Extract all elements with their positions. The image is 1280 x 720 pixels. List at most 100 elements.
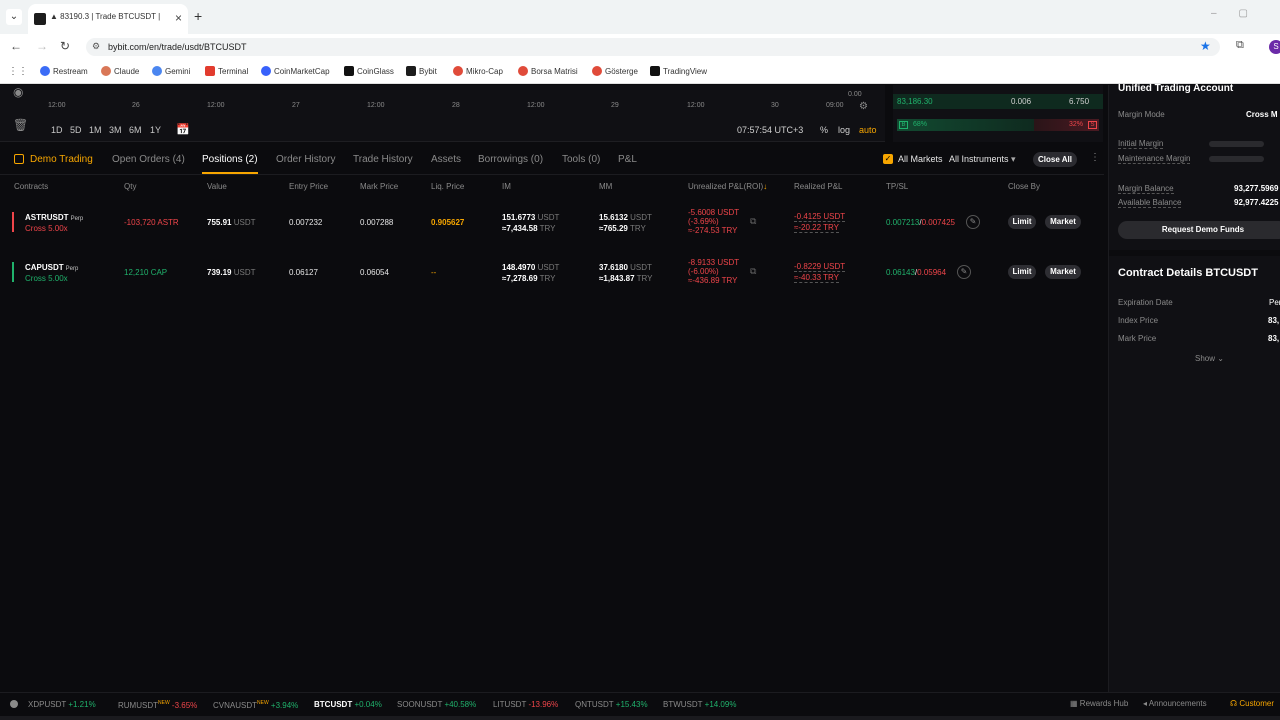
trash-icon[interactable]: 🗑 (13, 118, 28, 132)
price-chart[interactable]: ◉ 🗑 12:00 26 12:00 27 12:00 28 12:00 29 … (0, 85, 885, 142)
ticker-item[interactable]: QNTUSDT +15.43% (575, 700, 648, 709)
ticker-item[interactable]: XDPUSDT +1.21% (28, 700, 96, 709)
bookmark-coinmarketcap[interactable]: CoinMarketCap (261, 66, 330, 76)
header-qty: Qty (124, 182, 137, 191)
timeframe-3m[interactable]: 3M (109, 125, 122, 135)
url-text[interactable]: bybit.com/en/trade/usdt/BTCUSDT (108, 42, 247, 52)
new-tab-icon[interactable]: + (194, 8, 202, 24)
tab-open-orders[interactable]: Open Orders (4) (112, 154, 185, 165)
timeframe-1m[interactable]: 1M (89, 125, 102, 135)
window-controls[interactable]: –▢ (1211, 8, 1270, 19)
share-icon[interactable]: ⧉ (750, 216, 756, 227)
table-row[interactable]: CAPUSDT Perp Cross 5.00x 12,210 CAP 739.1… (0, 258, 1100, 298)
announcements-link[interactable]: ◂ Announcements (1143, 699, 1207, 708)
tab-order-history[interactable]: Order History (276, 154, 335, 165)
timeframe-5d[interactable]: 5D (70, 125, 82, 135)
ticker-item[interactable]: CVNAUSDTNEW +3.94% (213, 700, 298, 710)
back-icon[interactable]: ← (10, 39, 22, 53)
order-book-row[interactable]: 83,186.30 0.006 6.750 (893, 94, 1103, 109)
log-toggle[interactable]: log (838, 125, 850, 135)
ticker-item[interactable]: SOONUSDT +40.58% (397, 700, 476, 709)
chart-clock[interactable]: 07:57:54 UTC+3 (737, 125, 803, 135)
realized-pnl-try[interactable]: ≈-40.33 TRY (794, 273, 840, 283)
all-markets-label[interactable]: All Markets (898, 154, 943, 164)
profile-avatar[interactable]: S (1269, 40, 1280, 54)
browser-tab[interactable]: ▲ 83190.3 | Trade BTCUSDT | By × (28, 4, 188, 34)
unrealized-roi: (-3.69%) (688, 217, 719, 226)
tab-positions[interactable]: Positions (2) (202, 154, 258, 165)
request-demo-funds-button[interactable]: Request Demo Funds (1118, 221, 1280, 239)
tab-borrowings[interactable]: Borrowings (0) (478, 154, 543, 165)
margin-balance-label[interactable]: Margin Balance (1118, 184, 1174, 194)
bookmark-coinglass[interactable]: CoinGlass (344, 66, 394, 76)
available-balance-label[interactable]: Available Balance (1118, 198, 1182, 208)
header-unrealized-pnl[interactable]: Unrealized P&L(ROI)↓ (688, 182, 767, 191)
contract-symbol[interactable]: CAPUSDT Perp (25, 263, 78, 272)
site-info-icon[interactable]: ⚙ (92, 41, 100, 52)
realized-pnl[interactable]: -0.8229 USDT (794, 262, 846, 272)
sell-percent: 32% (1068, 121, 1083, 128)
bookmark-borsa-matrisi[interactable]: Borsa Matrisi (518, 66, 578, 76)
tab-search-icon[interactable]: ⌄ (6, 9, 22, 25)
rewards-hub-link[interactable]: ▦ Rewards Hub (1070, 699, 1128, 708)
tab-assets[interactable]: Assets (431, 154, 461, 165)
all-markets-checkbox[interactable]: ✓ (883, 154, 893, 164)
bookmark-gosterge[interactable]: Gösterge (592, 66, 638, 76)
leverage[interactable]: Cross 5.00x (25, 274, 68, 283)
date-range-icon[interactable]: 📅 (176, 123, 190, 136)
forward-icon[interactable]: → (36, 39, 48, 53)
more-options-icon[interactable]: ⋮ (1090, 152, 1100, 163)
ticker-item[interactable]: BTCUSDT +0.04% (314, 700, 382, 709)
bookmark-claude[interactable]: Claude (101, 66, 139, 76)
bookmark-star-icon[interactable]: ★ (1200, 39, 1211, 53)
ticker-bar: XDPUSDT +1.21% RUMUSDTNEW -3.65% CVNAUSD… (0, 692, 1280, 716)
apps-grid-icon[interactable]: ⋮⋮ (8, 66, 28, 77)
ticker-item[interactable]: BTWUSDT +14.09% (663, 700, 736, 709)
extensions-icon[interactable]: ⧉ (1236, 39, 1244, 52)
reload-icon[interactable]: ↻ (60, 39, 70, 53)
show-more-toggle[interactable]: Show ⌄ (1195, 354, 1224, 363)
share-icon[interactable]: ⧉ (750, 266, 756, 277)
realized-pnl-try[interactable]: ≈-20.22 TRY (794, 223, 840, 233)
leverage[interactable]: Cross 5.00x (25, 224, 68, 233)
realized-pnl[interactable]: -0.4125 USDT (794, 212, 846, 222)
bookmark-mikro-cap[interactable]: Mikro-Cap (453, 66, 503, 76)
initial-margin-label[interactable]: Initial Margin (1118, 139, 1164, 149)
chart-settings-icon[interactable]: ⚙ (859, 101, 868, 112)
bookmark-restream[interactable]: Restream (40, 66, 88, 76)
close-all-button[interactable]: Close All (1033, 152, 1077, 167)
close-limit-button[interactable]: Limit (1008, 215, 1036, 229)
close-limit-button[interactable]: Limit (1008, 265, 1036, 279)
url-field[interactable]: ⚙ bybit.com/en/trade/usdt/BTCUSDT (86, 38, 1220, 56)
eye-icon[interactable]: ◉ (13, 85, 23, 99)
table-row[interactable]: ASTRUSDT Perp Cross 5.00x -103,720 ASTR 7… (0, 208, 1100, 248)
all-instruments-dropdown[interactable]: All Instruments ▾ (949, 154, 1016, 165)
tab-close-icon[interactable]: × (175, 11, 182, 25)
buy-label: B (899, 121, 908, 129)
tab-pnl[interactable]: P&L (618, 154, 637, 165)
timeframe-1y[interactable]: 1Y (150, 125, 161, 135)
close-market-button[interactable]: Market (1045, 215, 1081, 229)
tab-trade-history[interactable]: Trade History (353, 154, 413, 165)
edit-tpsl-icon[interactable]: ✎ (957, 265, 971, 279)
edit-tpsl-icon[interactable]: ✎ (966, 215, 980, 229)
tp-sl-values[interactable]: 0.06143/0.05964 (886, 268, 946, 277)
bookmark-tradingview[interactable]: TradingView (650, 66, 707, 76)
tab-demo-trading[interactable]: Demo Trading (30, 154, 93, 165)
timeframe-6m[interactable]: 6M (129, 125, 142, 135)
tp-sl-values[interactable]: 0.007213/0.007425 (886, 218, 955, 227)
bookmark-gemini[interactable]: Gemini (152, 66, 190, 76)
margin-mode-value[interactable]: Cross M (1246, 110, 1278, 119)
tab-tools[interactable]: Tools (0) (562, 154, 600, 165)
bookmark-bybit[interactable]: Bybit (406, 66, 437, 76)
percent-toggle[interactable]: % (820, 125, 828, 135)
auto-toggle[interactable]: auto (859, 125, 877, 135)
ticker-item[interactable]: LITUSDT -13.96% (493, 700, 558, 709)
maintenance-margin-label[interactable]: Maintenance Margin (1118, 154, 1191, 164)
bookmark-terminal[interactable]: Terminal (205, 66, 248, 76)
close-market-button[interactable]: Market (1045, 265, 1081, 279)
contract-symbol[interactable]: ASTRUSDT Perp (25, 213, 83, 222)
ticker-item[interactable]: RUMUSDTNEW -3.65% (118, 700, 197, 710)
customer-support-link[interactable]: ☊ Customer (1230, 699, 1274, 708)
timeframe-1d[interactable]: 1D (51, 125, 63, 135)
